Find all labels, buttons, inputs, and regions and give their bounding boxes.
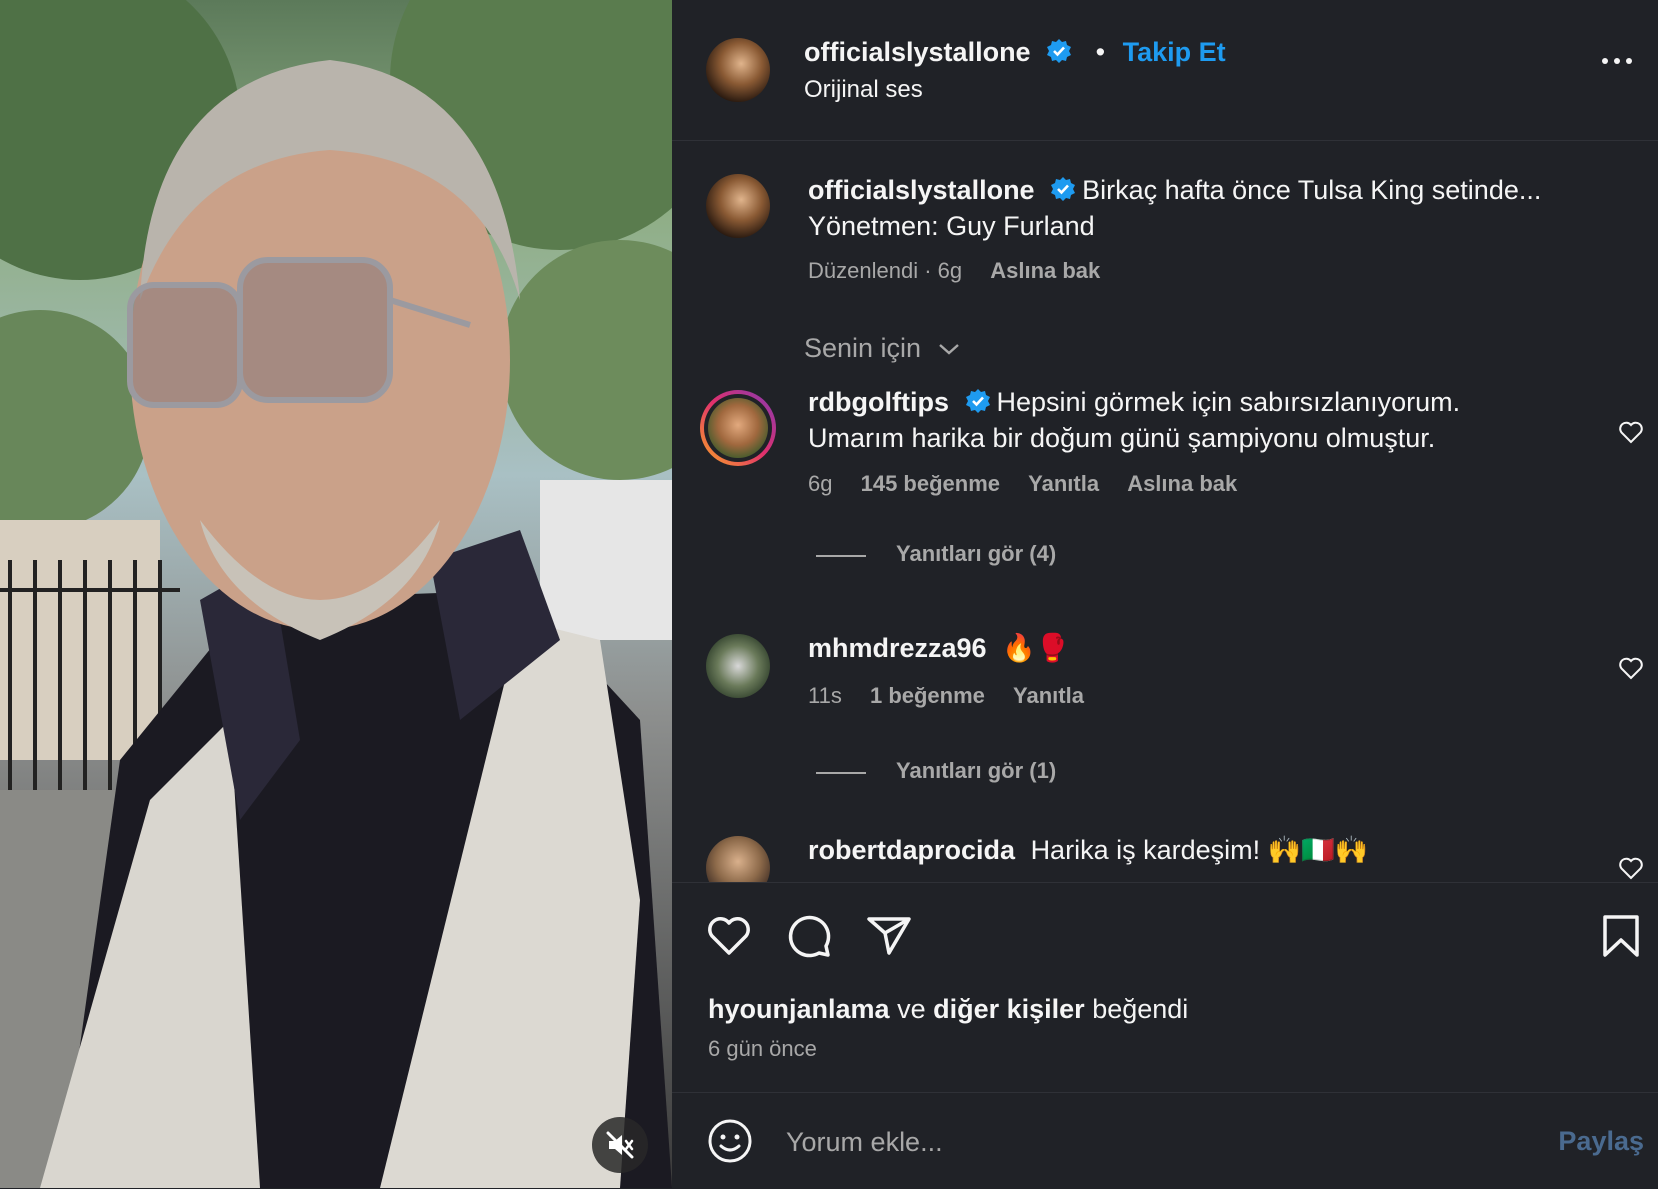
commenter-avatar <box>708 398 768 458</box>
comment-1-text: Hepsini görmek için sabırsızlanıyorum. <box>996 387 1461 417</box>
verified-icon <box>965 389 990 413</box>
mute-button[interactable] <box>592 1117 648 1173</box>
caption-text: Birkaç hafta önce Tulsa King setinde... <box>1082 175 1542 205</box>
header-separator: • <box>1095 37 1106 67</box>
comment-composer: Paylaş <box>672 1092 1658 1189</box>
caption-line-1: officialslystallone Birkaç hafta önce Tu… <box>808 172 1541 208</box>
comment-1-username[interactable]: rdbgolftips <box>808 387 949 417</box>
like-button[interactable] <box>704 911 754 961</box>
comment-1-line-1: rdbgolftips Hepsini görmek için sabırsız… <box>808 384 1460 420</box>
post-actions: hyounjanlama ve diğer kişiler beğendi 6 … <box>672 882 1658 1093</box>
comment-icon <box>788 915 831 958</box>
comment-2-reply[interactable]: Yanıtla <box>1013 683 1084 708</box>
comment-like-icon[interactable] <box>1618 420 1644 444</box>
comment-2-username[interactable]: mhmdrezza96 <box>808 633 987 663</box>
view-replies-button[interactable]: Yanıtları gör (4) <box>896 536 1056 572</box>
caption-line-2: Yönetmen: Guy Furland <box>808 211 1095 241</box>
author-username[interactable]: officialslystallone <box>804 37 1031 67</box>
heart-icon <box>708 917 750 955</box>
caption-edited-time: Düzenlendi · 6g <box>808 258 963 283</box>
likes-connector: ve <box>897 994 926 1024</box>
post-panel: officialslystallone • Takip Et Orijinal … <box>672 0 1658 1188</box>
post-date: 6 gün önce <box>708 1036 817 1061</box>
verified-icon <box>1051 177 1076 201</box>
comments-section[interactable]: officialslystallone Birkaç hafta önce Tu… <box>672 140 1658 882</box>
story-ring[interactable] <box>700 390 776 466</box>
caption-avatar[interactable] <box>706 174 770 238</box>
header-title-row: officialslystallone • Takip Et <box>804 34 1226 70</box>
share-icon <box>867 917 911 955</box>
reel-video[interactable] <box>0 0 672 1188</box>
follow-button[interactable]: Takip Et <box>1123 37 1226 67</box>
commenter-avatar[interactable] <box>706 634 770 698</box>
caption-username[interactable]: officialslystallone <box>808 175 1035 205</box>
sort-label: Senin için <box>804 333 922 363</box>
comment-3-text: Harika iş kardeşim! 🙌🇮🇹🙌 <box>1030 835 1369 865</box>
comment-like-icon[interactable] <box>1618 856 1644 880</box>
comment-3-username[interactable]: robertdaprocida <box>808 835 1015 865</box>
sort-dropdown[interactable]: Senin için <box>804 330 961 366</box>
comment-2-line-1: mhmdrezza96 🔥🥊 <box>808 630 1069 666</box>
share-button[interactable] <box>864 911 914 961</box>
caption-see-original[interactable]: Aslına bak <box>990 258 1100 283</box>
likes-user[interactable]: hyounjanlama <box>708 994 890 1024</box>
comment-like-icon[interactable] <box>1618 656 1644 680</box>
post-header: officialslystallone • Takip Et Orijinal … <box>672 0 1658 141</box>
more-icon[interactable] <box>1602 58 1632 64</box>
comment-1-meta: 6g 145 beğenme Yanıtla Aslına bak <box>808 466 1237 502</box>
likes-verb: beğendi <box>1092 994 1189 1024</box>
likes-others[interactable]: diğer kişiler <box>933 994 1085 1024</box>
replies-divider <box>816 772 866 774</box>
likes-summary: hyounjanlama ve diğer kişiler beğendi <box>708 991 1188 1027</box>
mute-icon <box>606 1131 634 1159</box>
video-frame <box>0 0 672 1188</box>
comment-1-line-2: Umarım harika bir doğum günü şampiyonu o… <box>808 423 1436 453</box>
audio-label[interactable]: Orijinal ses <box>804 72 923 108</box>
comment-2-time: 11s <box>808 683 842 708</box>
comment-3-line-1: robertdaprocida Harika iş kardeşim! 🙌🇮🇹🙌 <box>808 832 1368 868</box>
caption-meta: Düzenlendi · 6g Aslına bak <box>808 253 1100 289</box>
comment-2-meta: 11s 1 beğenme Yanıtla <box>808 678 1084 714</box>
bookmark-icon <box>1603 915 1639 957</box>
save-button[interactable] <box>1598 911 1644 961</box>
verified-icon <box>1047 39 1072 63</box>
comment-2-text: 🔥🥊 <box>1002 633 1070 663</box>
comment-1-reply[interactable]: Yanıtla <box>1028 471 1099 496</box>
comment-1-likes[interactable]: 145 beğenme <box>861 471 1000 496</box>
comment-1-see-original[interactable]: Aslına bak <box>1127 471 1237 496</box>
share-comment-button[interactable]: Paylaş <box>1558 1123 1644 1159</box>
comment-button[interactable] <box>784 911 834 961</box>
replies-divider <box>816 555 866 557</box>
commenter-avatar[interactable] <box>706 836 770 882</box>
comment-input[interactable] <box>784 1119 1388 1165</box>
comment-1-time: 6g <box>808 471 833 496</box>
emoji-icon <box>708 1119 752 1163</box>
author-avatar[interactable] <box>706 38 770 102</box>
view-replies-button[interactable]: Yanıtları gör (1) <box>896 753 1056 789</box>
emoji-button[interactable] <box>706 1117 754 1165</box>
chevron-down-icon <box>938 344 959 355</box>
comment-2-likes[interactable]: 1 beğenme <box>870 683 985 708</box>
